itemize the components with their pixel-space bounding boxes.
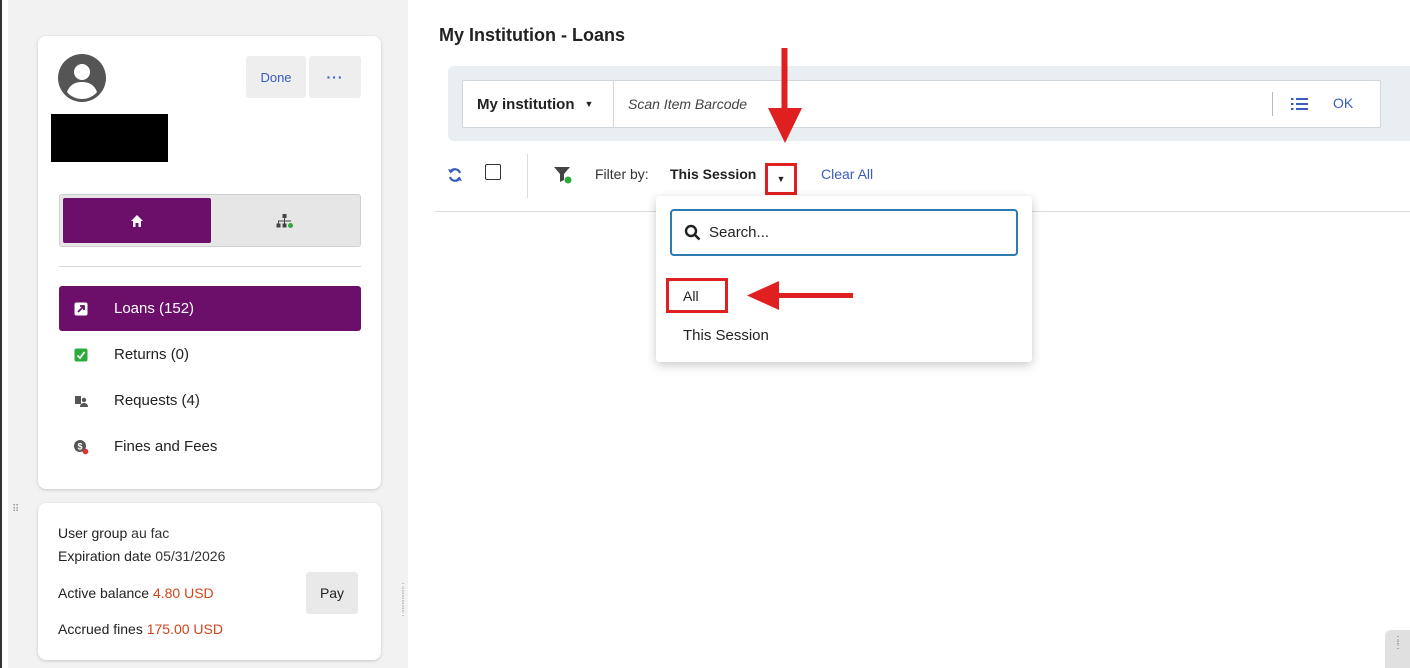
more-actions-button[interactable]: ··· [309,56,361,98]
user-card: Done ··· Loans (152) Returns (0) Request… [38,36,381,489]
hierarchy-view-button[interactable] [211,198,359,243]
side-panel-tab[interactable]: ⋮ ⋮ [1385,630,1410,668]
active-balance-line: Active balance 4.80 USD [58,585,214,601]
redacted-user-name [51,114,168,162]
clear-all-link[interactable]: Clear All [821,166,873,182]
dropdown-option-this-session[interactable]: This Session [683,327,769,344]
annotation-arrow-down [768,48,802,143]
window-left-edge [0,0,8,668]
fines-icon: $ [73,439,89,455]
pay-button[interactable]: Pay [306,572,358,614]
scan-separator [1272,92,1273,116]
scan-box: My institution ▼ OK [462,80,1381,128]
scan-bar: My institution ▼ OK [448,66,1410,141]
hierarchy-icon [276,213,293,228]
expiration-date-line: Expiration date 05/31/2026 [58,548,226,564]
accrued-fines-line: Accrued fines 175.00 USD [58,621,223,637]
filter-by-label: Filter by: [595,166,649,182]
institution-scope-select[interactable]: My institution ▼ [463,81,614,127]
dropdown-option-all[interactable]: All [666,278,728,313]
svg-text:$: $ [77,441,82,451]
user-group-line: User group au fac [58,525,170,541]
toolbar-separator [527,154,528,198]
chevron-down-icon: ▼ [584,99,594,109]
user-side-panel: Done ··· Loans (152) Returns (0) Request… [8,0,408,668]
dropdown-search-input[interactable] [709,224,989,241]
request-icon [73,393,89,409]
list-icon[interactable] [1290,95,1310,113]
refresh-icon[interactable] [447,167,463,183]
user-avatar-icon [58,54,106,102]
menu-item-fines[interactable]: $ Fines and Fees [59,424,361,469]
chevron-down-icon: ▼ [776,174,786,184]
menu-item-requests[interactable]: Requests (4) [59,378,361,423]
menu-item-label: Fines and Fees [114,438,218,455]
annotation-arrow-left [747,281,853,310]
filter-icon[interactable] [553,164,573,184]
done-button[interactable]: Done [246,56,306,98]
filter-value[interactable]: This Session [670,166,756,182]
menu-item-loans[interactable]: Loans (152) [59,286,361,331]
home-icon [131,214,143,227]
user-info-card: User group au fac Expiration date 05/31/… [38,503,381,660]
loan-icon [73,301,89,317]
menu-item-label: Requests (4) [114,392,200,409]
menu-item-label: Loans (152) [114,300,195,317]
scan-ok-button[interactable]: OK [1333,95,1353,111]
view-toggle [59,194,361,247]
search-icon [684,224,701,241]
panel-drag-handle[interactable]: ⠿ [12,505,19,515]
dropdown-search-box[interactable] [670,209,1018,256]
page-title: My Institution - Loans [439,25,625,45]
card-divider [59,266,361,267]
menu-item-label: Returns (0) [114,346,190,363]
panel-resize-handle[interactable]: ⋮ ⋮ ⋮ ⋮ ⋮ ⋮ [398,583,408,618]
menu-item-returns[interactable]: Returns (0) [59,332,361,377]
scan-barcode-input[interactable] [628,94,1228,114]
drag-dots-icon: ⋮ ⋮ [1393,635,1403,651]
home-view-button[interactable] [63,198,211,243]
select-all-checkbox[interactable] [485,164,501,180]
return-icon [73,347,89,363]
filter-dropdown-toggle[interactable]: ▼ [765,163,797,195]
